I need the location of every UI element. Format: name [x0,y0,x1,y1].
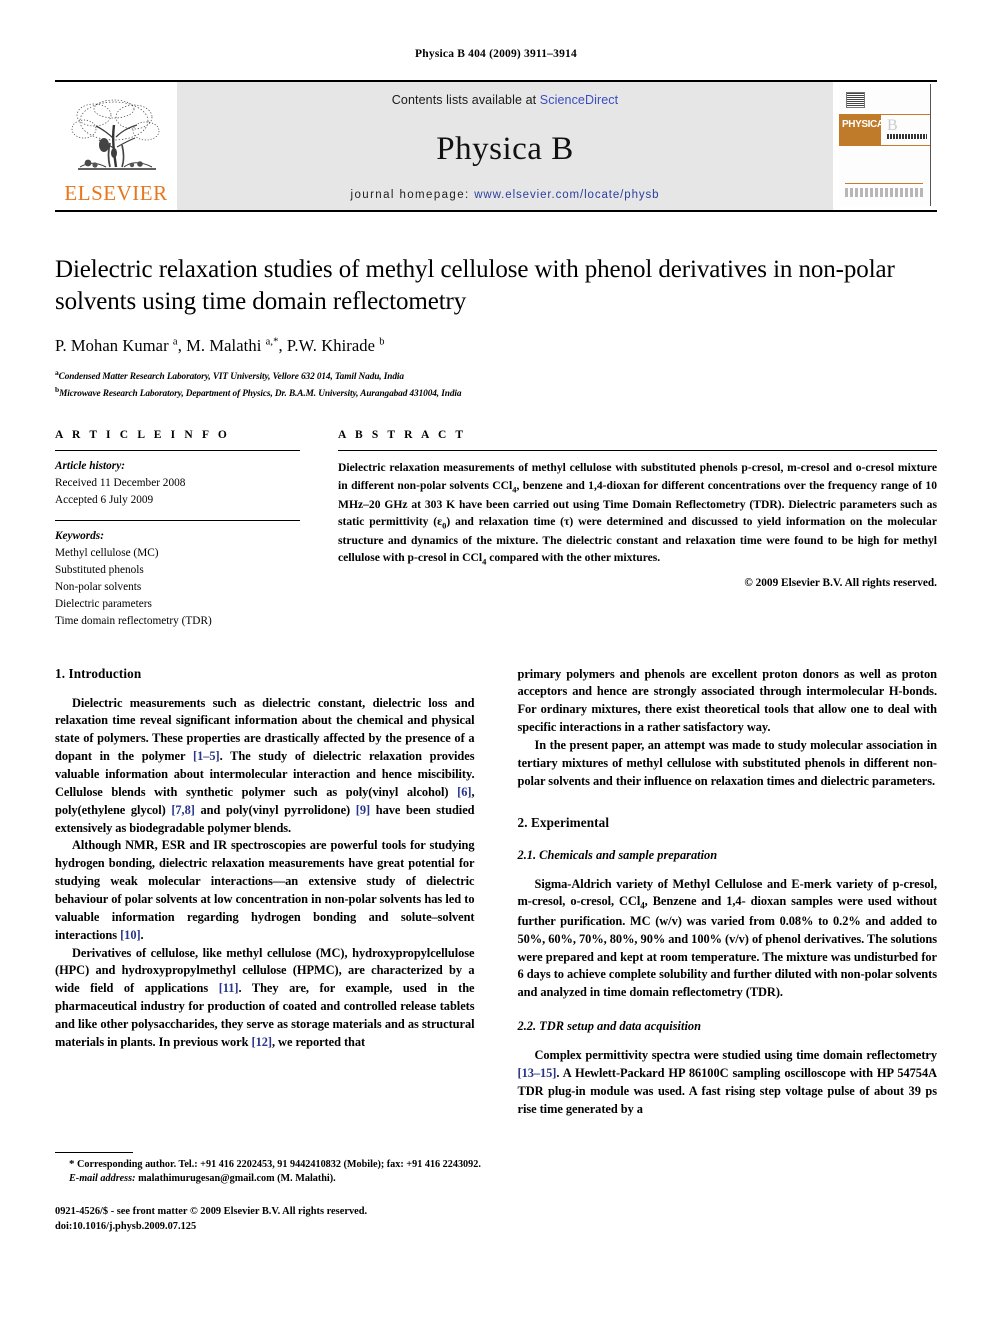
journal-title: Physica B [436,130,574,167]
right-paragraph-1: primary polymers and phenols are excelle… [517,666,938,735]
article-info-heading: A R T I C L E I N F O [55,429,230,442]
article-history-block: Article history: Received 11 December 20… [55,451,300,520]
section-heading-introduction: 1. Introduction [55,665,142,681]
cover-footer [845,183,923,197]
elsevier-wordmark: ELSEVIER [64,181,168,205]
cover-inner: PHYSICA B [839,84,931,206]
cover-footer-bars [845,188,923,197]
email-address-note: E-mail address: malathimurugesan@gmail.c… [69,1173,336,1185]
issn-frontmatter-line: 0921-4526/$ - see front matter © 2009 El… [55,1205,368,1217]
elsevier-logo: ELSEVIER [55,82,177,210]
cover-band-label: PHYSICA [842,119,884,130]
cover-publisher-logo-icon [846,92,865,108]
keyword-item: Time domain reflectometry (TDR) [55,614,212,627]
journal-homepage-link[interactable]: www.elsevier.com/locate/physb [474,189,659,201]
chemicals-paragraph: Sigma-Aldrich variety of Methyl Cellulos… [517,876,938,1000]
imprint-block: 0921-4526/$ - see front matter © 2009 El… [55,1204,501,1234]
body-columns: 1. Introduction Dielectric measurements … [55,666,937,1119]
running-head: Physica B 404 (2009) 3911–3914 [415,48,577,60]
page-title: Dielectric relaxation studies of methyl … [55,256,895,315]
journal-cover-thumbnail: PHYSICA B [833,82,937,210]
footnote-rule [55,1152,133,1153]
corresponding-author-note: * Corresponding author. Tel.: +91 416 22… [69,1158,481,1170]
contents-prefix: Contents lists available at [391,93,540,107]
affiliation-b-text: Microwave Research Laboratory, Departmen… [59,388,462,399]
sciencedirect-link[interactable]: ScienceDirect [540,93,618,107]
tdr-setup-paragraph: Complex permittivity spectra were studie… [517,1048,938,1116]
affiliation-a: aCondensed Matter Research Laboratory, V… [55,368,937,385]
cover-footer-rule [845,183,923,184]
right-column: primary polymers and phenols are excelle… [518,666,938,1119]
article-history-accepted: Accepted 6 July 2009 [55,494,154,506]
keyword-item: Dielectric parameters [55,597,152,610]
affiliation-a-text: Condensed Matter Research Laboratory, VI… [58,372,404,383]
doi-line: doi:10.1016/j.physb.2009.07.125 [55,1220,197,1232]
author-list: P. Mohan Kumar a, M. Malathi a,*, P.W. K… [55,336,385,355]
keyword-item: Non-polar solvents [55,580,142,593]
intro-paragraph-3: Derivatives of cellulose, like methyl ce… [55,945,475,1049]
contents-list-line: Contents lists available at ScienceDirec… [392,93,618,107]
intro-paragraph-1: Dielectric measurements such as dielectr… [55,695,475,835]
section-heading-experimental: 2. Experimental [517,814,610,830]
journal-homepage-line: journal homepage: www.elsevier.com/locat… [351,189,660,201]
homepage-prefix: journal homepage: [350,189,475,201]
left-column: 1. Introduction Dielectric measurements … [55,666,475,1119]
article-history-received: Received 11 December 2008 [55,477,186,490]
abstract-column: A B S T R A C T Dielectric relaxation me… [338,429,937,629]
copyright-line: © 2009 Elsevier B.V. All rights reserved… [744,577,937,590]
affiliation-b: bMicrowave Research Laboratory, Departme… [55,385,937,402]
subsection-heading-chemicals: 2.1. Chemicals and sample preparation [517,847,718,862]
cover-title-band: PHYSICA B [839,114,930,146]
page-footnotes: * Corresponding author. Tel.: +91 416 22… [55,1152,501,1234]
intro-paragraph-2: Although NMR, ESR and IR spectroscopies … [55,838,475,942]
keywords-label: Keywords: [55,529,104,542]
article-history-label: Article history: [55,460,125,473]
keyword-item: Methyl cellulose (MC) [55,546,159,559]
cover-band-letter: B [887,117,898,134]
keyword-item: Substituted phenols [55,563,144,576]
cover-subtitle-bars [887,134,927,139]
journal-masthead: ELSEVIER Contents lists available at Sci… [55,80,937,212]
article-page: Physica B 404 (2009) 3911–3914 ELSEVIER … [0,0,992,1323]
affiliation-list: aCondensed Matter Research Laboratory, V… [55,368,937,401]
abstract-heading: A B S T R A C T [338,429,467,442]
subsection-heading-tdr-setup: 2.2. TDR setup and data acquisition [517,1019,701,1034]
elsevier-tree-icon [71,99,160,170]
info-abstract-row: A R T I C L E I N F O Article history: R… [55,429,937,629]
abstract-text: Dielectric relaxation measurements of me… [338,461,937,567]
journal-banner: Contents lists available at ScienceDirec… [177,82,833,210]
keywords-block: Keywords: Methyl cellulose (MC) Substitu… [55,521,300,630]
article-info-column: A R T I C L E I N F O Article history: R… [55,429,300,629]
right-paragraph-2: In the present paper, an attempt was mad… [517,738,938,788]
